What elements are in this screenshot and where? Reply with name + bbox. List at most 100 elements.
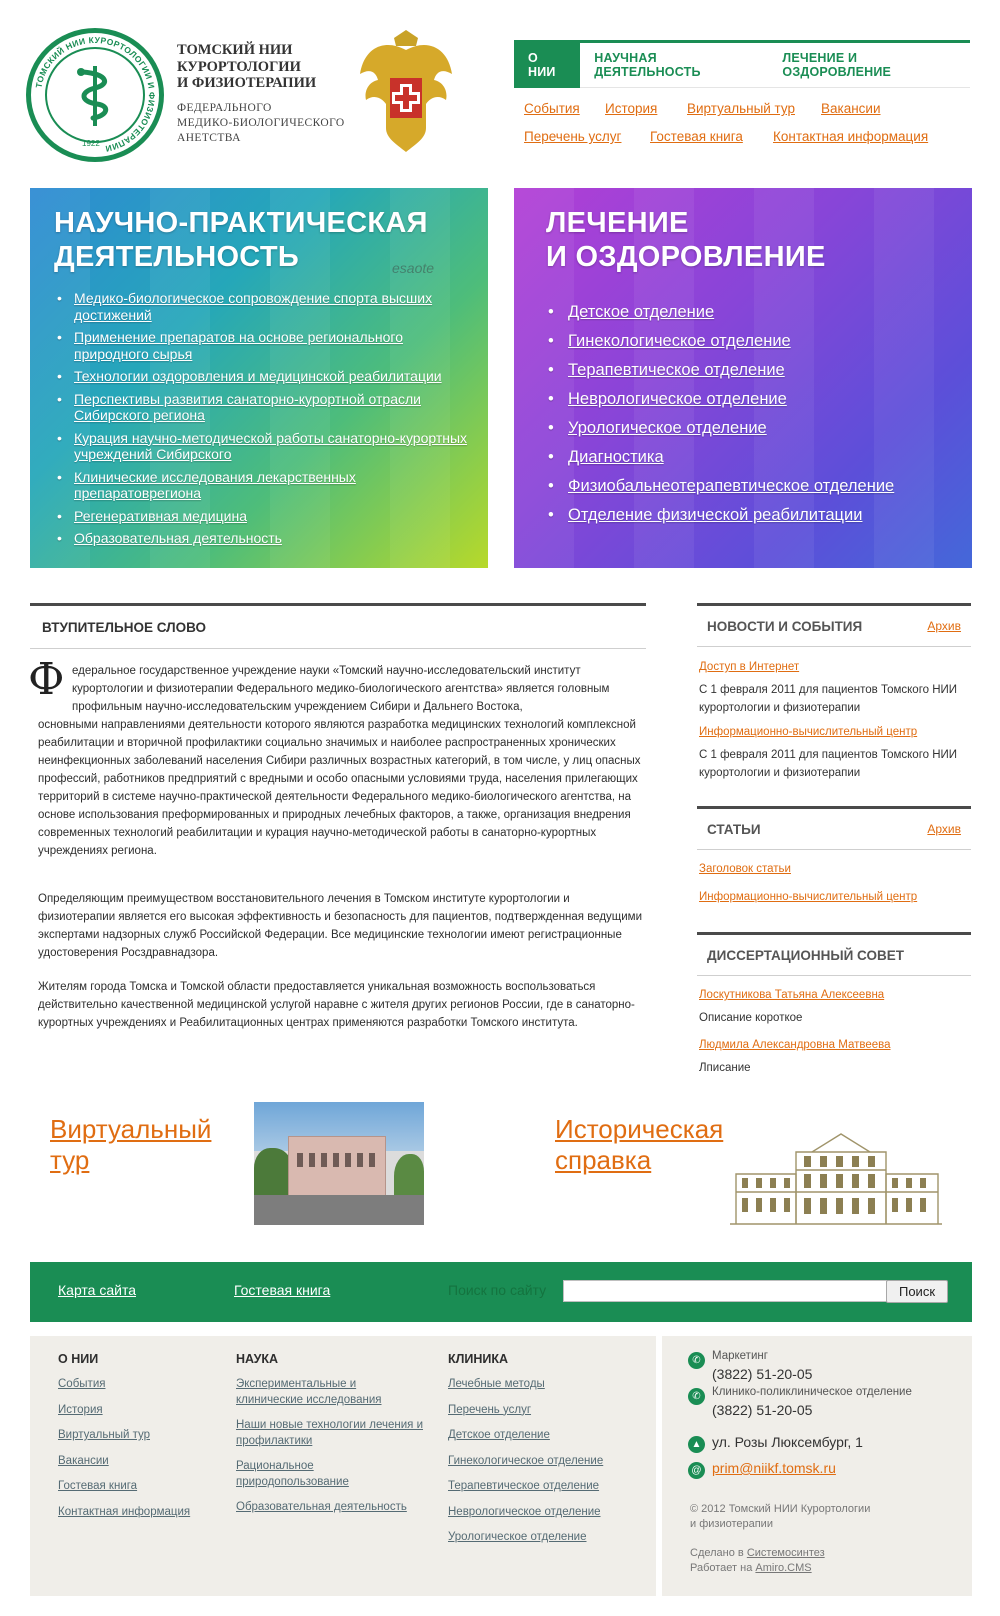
footer-link[interactable]: События: [58, 1377, 218, 1393]
subnav-guestbook[interactable]: Гостевая книга: [650, 129, 743, 144]
science-item[interactable]: Медико-биологическое сопровождение спорт…: [56, 290, 476, 323]
treatment-item[interactable]: Терапевтическое отделение: [546, 360, 966, 380]
science-item[interactable]: Регенеративная медицина: [56, 508, 476, 525]
footer-col-heading: О НИИ: [58, 1352, 99, 1366]
footer-link[interactable]: Рациональное природопользование: [236, 1459, 426, 1490]
phone-icon: ✆: [688, 1388, 705, 1405]
treatment-item[interactable]: Физиобальнеотерапевтическое отделение: [546, 476, 966, 496]
treatment-item[interactable]: Урологическое отделение: [546, 418, 966, 438]
org-subtitle-line: ФЕДЕРАЛЬНОГО: [177, 102, 272, 114]
intro-paragraph-lead: едеральное государственное учреждение на…: [72, 665, 610, 713]
footer-link[interactable]: Вакансии: [58, 1454, 218, 1470]
org-name: ТОМСКИЙ НИИ КУРОРТОЛОГИИ И ФИЗИОТЕРАПИИ: [177, 42, 357, 92]
science-item[interactable]: Курация научно-методической работы санат…: [56, 430, 476, 463]
tab-treatment[interactable]: ЛЕЧЕНИЕ И ОЗДОРОВЛЕНИЕ: [768, 43, 970, 88]
seal-year: 1922: [82, 139, 100, 148]
treatment-item[interactable]: Отделение физической реабилитации: [546, 505, 966, 525]
footer-link[interactable]: Виртуальный тур: [58, 1428, 218, 1444]
org-subtitle: ФЕДЕРАЛЬНОГО МЕДИКО-БИОЛОГИЧЕСКОГО АНЕТС…: [177, 101, 357, 146]
footer-link[interactable]: Гостевая книга: [58, 1479, 218, 1495]
intro-heading: ВТУПИТЕЛЬНОЕ СЛОВО: [42, 619, 207, 635]
photo-tree: [394, 1154, 424, 1198]
virtual-tour-line: тур: [50, 1145, 90, 1175]
developer-credit: Сделано в Системосинтез: [690, 1546, 825, 1561]
science-panel-title: НАУЧНО-ПРАКТИЧЕСКАЯ ДЕЯТЕЛЬНОСТЬ: [54, 206, 428, 274]
contact-phone: (3822) 51-20-05: [712, 1366, 813, 1382]
search-input[interactable]: [563, 1280, 887, 1302]
council-member-link[interactable]: Лоскутникова Татьяна Алексеевна: [699, 989, 884, 1001]
subnav-history[interactable]: История: [605, 101, 657, 116]
guestbook-link[interactable]: Гостевая книга: [234, 1282, 330, 1298]
treatment-item[interactable]: Гинекологическое отделение: [546, 331, 966, 351]
tab-science[interactable]: НАУЧНАЯ ДЕЯТЕЛЬНОСТЬ: [580, 43, 768, 88]
news-heading: НОВОСТИ И СОБЫТИЯ: [707, 618, 863, 634]
council-header: ДИССЕРТАЦИОННЫЙ СОВЕТ: [697, 932, 971, 976]
news-item-title[interactable]: Доступ в Интернет: [699, 661, 799, 673]
footer-col-clinic: КЛИНИКА Лечебные методы Перечень услуг Д…: [448, 1352, 648, 1556]
footer-link[interactable]: История: [58, 1403, 218, 1419]
tab-about[interactable]: О НИИ: [514, 42, 581, 88]
subnav-virtual-tour[interactable]: Виртуальный тур: [687, 101, 795, 116]
treatment-title-line: ЛЕЧЕНИЕ: [546, 207, 689, 239]
council-member-text: Описание короткое: [699, 1012, 803, 1024]
sitemap-link[interactable]: Карта сайта: [58, 1282, 136, 1298]
contact-address: ул. Розы Люксембург, 1: [712, 1434, 863, 1450]
footer-link[interactable]: Перечень услуг: [448, 1403, 648, 1419]
science-item[interactable]: Перспективы развития санаторно-курортной…: [56, 391, 476, 424]
main-nav: О НИИ НАУЧНАЯ ДЕЯТЕЛЬНОСТЬ ЛЕЧЕНИЕ И ОЗД…: [514, 40, 970, 88]
science-item[interactable]: Клинические исследования лекарственных п…: [56, 469, 476, 502]
news-item-title[interactable]: Информационно-вычислительный центр: [699, 726, 917, 738]
intro-dropcap: Ф: [28, 654, 65, 705]
virtual-tour-line: Виртуальный: [50, 1114, 212, 1144]
contact-email-link[interactable]: prim@niikf.tomsk.ru: [712, 1460, 836, 1476]
council-member-text: Лписание: [699, 1062, 751, 1074]
treatment-item[interactable]: Диагностика: [546, 447, 966, 467]
footer-link[interactable]: Контактная информация: [58, 1505, 218, 1521]
contact-phone: (3822) 51-20-05: [712, 1402, 813, 1418]
article-link[interactable]: Заголовок статьи: [699, 863, 791, 875]
copyright-line: и физиотерапии: [690, 1518, 773, 1530]
footer-link[interactable]: Гинекологическое отделение: [448, 1454, 648, 1470]
history-link[interactable]: Историческая справка: [555, 1114, 723, 1176]
footer-link[interactable]: Экспериментальные и клинические исследов…: [236, 1377, 426, 1408]
footer-link[interactable]: Наши новые технологии лечения и профилак…: [236, 1418, 426, 1449]
virtual-tour-link[interactable]: Виртуальный тур: [50, 1114, 211, 1176]
footer-link[interactable]: Детское отделение: [448, 1428, 648, 1444]
cms-link[interactable]: Amiro.CMS: [755, 1562, 811, 1574]
science-item[interactable]: Технологии оздоровления и медицинской ре…: [56, 368, 476, 385]
footer-link[interactable]: Урологическое отделение: [448, 1530, 648, 1546]
subnav-contacts[interactable]: Контактная информация: [773, 129, 928, 144]
council-member-link[interactable]: Людмила Александровна Матвеева: [699, 1039, 891, 1051]
developer-link[interactable]: Системосинтез: [747, 1547, 825, 1559]
subnav-events[interactable]: События: [524, 101, 580, 116]
news-archive-link[interactable]: Архив: [927, 619, 961, 633]
footer-col-science: НАУКА Экспериментальные и клинические ис…: [236, 1352, 426, 1526]
articles-heading: СТАТЬИ: [707, 821, 761, 837]
org-name-line: ТОМСКИЙ НИИ: [177, 42, 293, 58]
search-button[interactable]: Поиск: [886, 1280, 948, 1303]
footer-link[interactable]: Терапевтическое отделение: [448, 1479, 648, 1495]
footer-link[interactable]: Образовательная деятельность: [236, 1500, 426, 1516]
subnav-services[interactable]: Перечень услуг: [524, 129, 621, 144]
articles-archive-link[interactable]: Архив: [927, 822, 961, 836]
intro-paragraph-3: Жителям города Томска и Томской области …: [38, 981, 635, 1029]
article-link[interactable]: Информационно-вычислительный центр: [699, 891, 917, 903]
subnav-vacancies[interactable]: Вакансии: [821, 101, 881, 116]
copyright: © 2012 Томский НИИ Курортологии и физиот…: [690, 1502, 960, 1532]
science-title-line: НАУЧНО-ПРАКТИЧЕСКАЯ: [54, 207, 428, 239]
org-subtitle-line: МЕДИКО-БИОЛОГИЧЕСКОГО: [177, 117, 345, 129]
science-item[interactable]: Применение препаратов на основе регионал…: [56, 329, 476, 362]
treatment-item[interactable]: Детское отделение: [546, 302, 966, 322]
intro-paragraph-2: Определяющим преимуществом восстановител…: [38, 893, 643, 959]
footer-link[interactable]: Лечебные методы: [448, 1377, 648, 1393]
svg-text:ТОМСКИЙ НИИ КУРОРТОЛОГИИ И ФИЗ: ТОМСКИЙ НИИ КУРОРТОЛОГИИ И ФИЗИОТЕРАПИИ: [34, 35, 158, 154]
articles-header: СТАТЬИ Архив: [697, 806, 971, 850]
building-photo[interactable]: [254, 1102, 424, 1225]
photo-road: [254, 1195, 424, 1225]
footer-link[interactable]: Неврологическое отделение: [448, 1505, 648, 1521]
treatment-item[interactable]: Неврологическое отделение: [546, 389, 966, 409]
science-item[interactable]: Образовательная деятельность: [56, 530, 476, 547]
council-heading: ДИССЕРТАЦИОННЫЙ СОВЕТ: [707, 947, 904, 963]
news-item-text: С 1 февраля 2011 для пациентов Томского …: [699, 684, 958, 714]
cms-prefix: Работает на: [690, 1562, 753, 1574]
